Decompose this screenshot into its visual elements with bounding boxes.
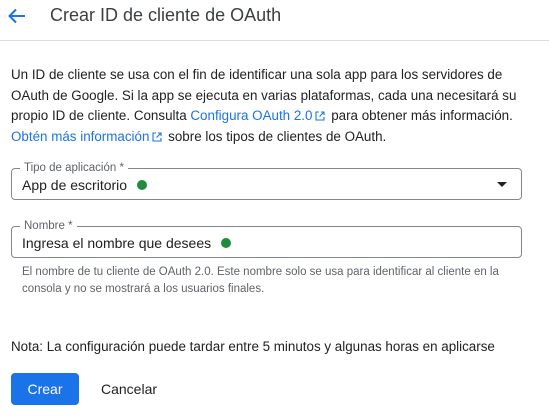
status-dot xyxy=(221,238,232,248)
app-type-label: Tipo de aplicación * xyxy=(20,161,128,175)
name-label: Nombre * xyxy=(20,219,77,233)
external-link-icon xyxy=(152,131,162,142)
learn-more-link[interactable]: Obtén más información xyxy=(11,129,149,144)
name-field[interactable]: Nombre * Ingresa el nombre que desees xyxy=(11,219,522,258)
configure-oauth-link[interactable]: Configura OAuth 2.0 xyxy=(190,108,312,123)
arrow-left-icon xyxy=(8,8,25,24)
app-type-value-container: App de escritorio xyxy=(22,177,148,193)
page-header: Crear ID de cliente de OAuth xyxy=(0,0,549,41)
cancel-button[interactable]: Cancelar xyxy=(88,373,170,405)
config-note: Nota: La configuración puede tardar entr… xyxy=(11,339,495,354)
name-value-container: Ingresa el nombre que desees xyxy=(22,235,232,251)
status-dot xyxy=(137,180,148,190)
name-value: Ingresa el nombre que desees xyxy=(22,235,212,251)
caret-down-icon xyxy=(497,182,507,187)
page-title: Crear ID de cliente de OAuth xyxy=(50,5,282,25)
app-type-select[interactable]: Tipo de aplicación * App de escritorio xyxy=(11,161,522,200)
create-button[interactable]: Crear xyxy=(11,373,79,405)
back-button[interactable] xyxy=(4,2,30,30)
intro-text-part2: para obtener más información. xyxy=(327,108,513,123)
app-type-value: App de escritorio xyxy=(22,177,128,193)
external-link-icon xyxy=(315,111,326,121)
intro-text-part3: sobre los tipos de clientes de OAuth. xyxy=(164,128,387,144)
name-hint: El nombre de tu cliente de OAuth 2.0. Es… xyxy=(22,266,499,295)
intro-text: Un ID de cliente se usa con el fin de id… xyxy=(11,65,536,147)
